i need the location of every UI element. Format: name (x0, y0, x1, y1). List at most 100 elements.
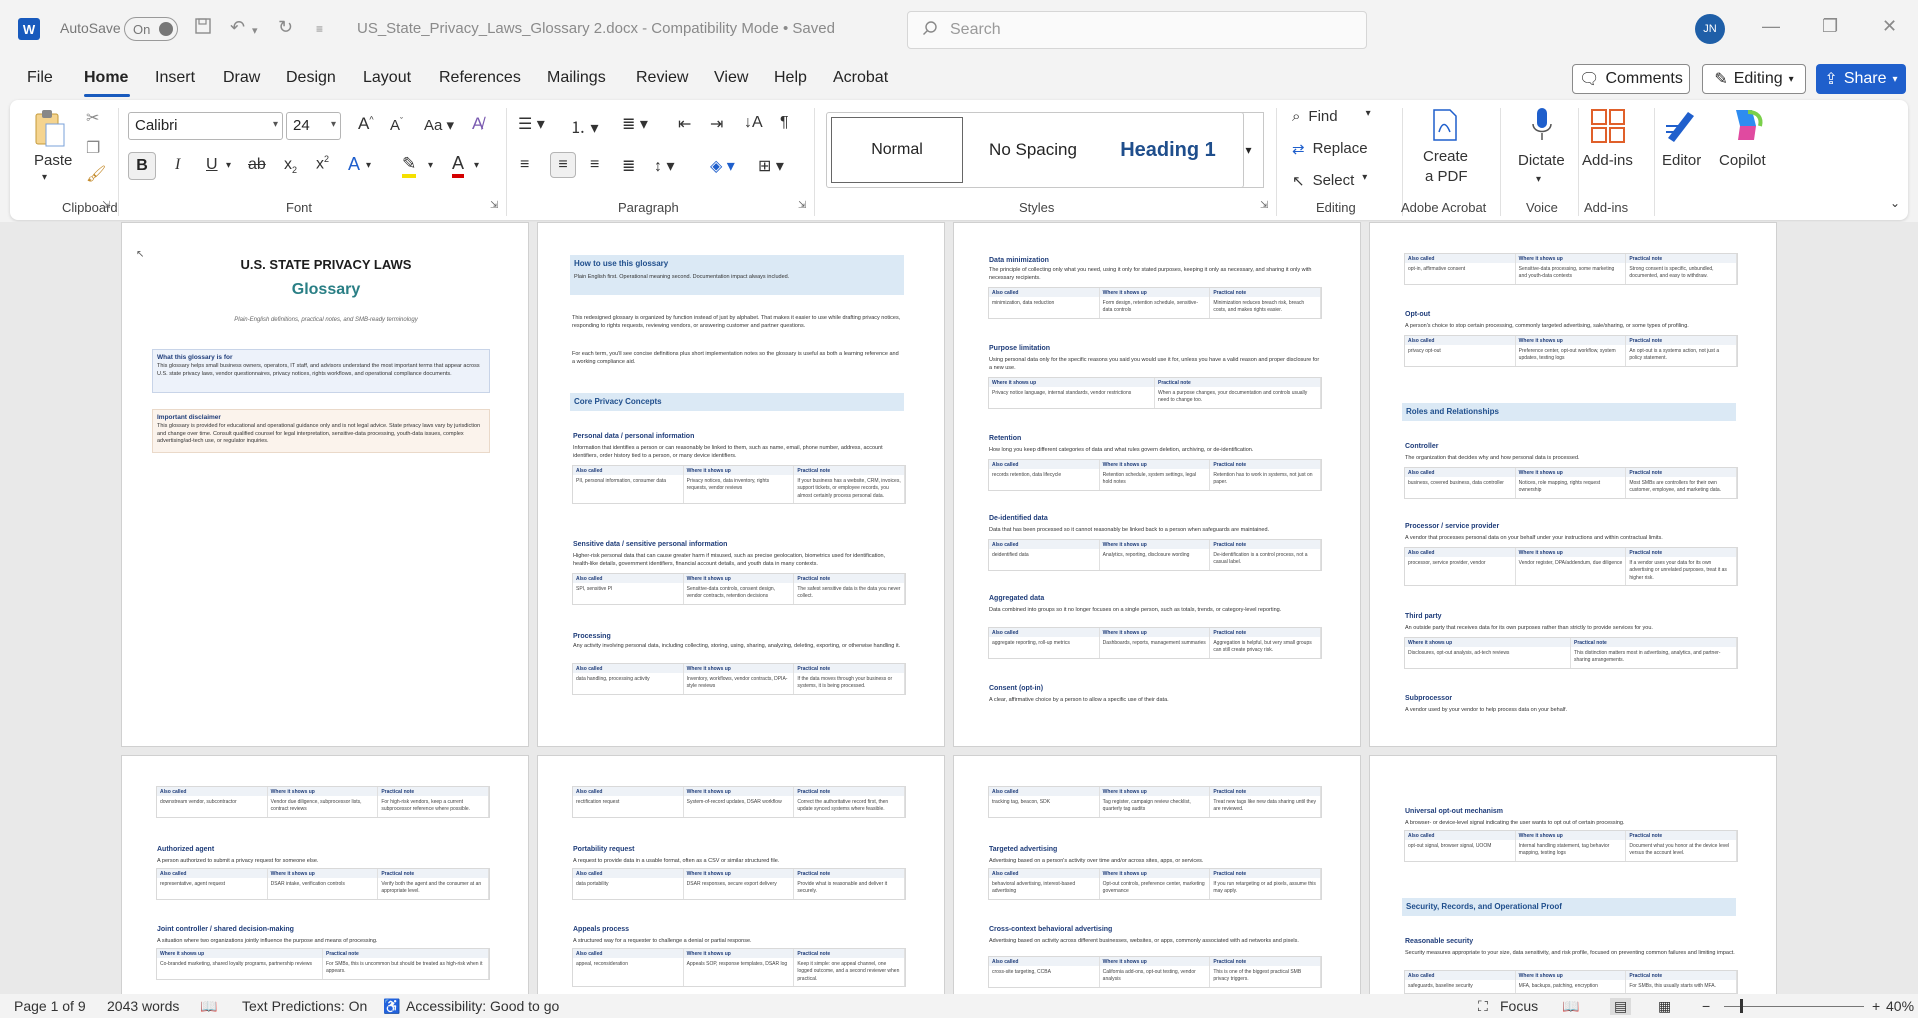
select-button[interactable]: ↖ Select ▾ (1292, 172, 1367, 190)
sort-icon[interactable]: ↓A (744, 114, 763, 132)
increase-indent-icon[interactable]: ⇥ (710, 114, 723, 134)
text-effects-dropdown-icon[interactable]: ▾ (366, 160, 371, 171)
change-case-icon[interactable]: Aa ▾ (424, 116, 454, 134)
tab-insert[interactable]: Insert (155, 69, 195, 87)
create-pdf-label-1[interactable]: Create (1423, 148, 1468, 165)
search-box[interactable]: Search (907, 11, 1367, 49)
copy-icon[interactable]: ❐ (86, 138, 100, 158)
paste-button[interactable] (32, 108, 66, 153)
paste-dropdown-icon[interactable]: ▾ (42, 172, 47, 183)
zoom-slider-thumb[interactable] (1740, 999, 1743, 1013)
justify-icon[interactable]: ≣ (622, 156, 635, 176)
tab-design[interactable]: Design (286, 69, 336, 87)
redo-icon[interactable]: ↻ (278, 17, 293, 38)
print-layout-icon[interactable]: ▤ (1610, 998, 1632, 1015)
format-painter-icon[interactable]: 🖌 (86, 164, 106, 184)
editing-mode-button[interactable]: ✎ Editing ▾ (1702, 64, 1806, 94)
tab-file[interactable]: File (27, 69, 53, 87)
numbering-icon[interactable]: ⒈ ▾ (570, 114, 598, 138)
underline-button[interactable]: U (206, 156, 218, 174)
highlight-icon[interactable]: ✎ (402, 154, 417, 178)
page-7[interactable]: Also called Where it shows up Practical no… (953, 755, 1361, 994)
tab-acrobat[interactable]: Acrobat (833, 69, 888, 87)
zoom-out-icon[interactable]: − (1702, 998, 1710, 1014)
text-effects-icon[interactable]: A (348, 154, 360, 175)
copilot-label[interactable]: Copilot (1719, 152, 1766, 169)
styles-launcher-icon[interactable]: ⇲ (1260, 200, 1268, 211)
zoom-slider[interactable] (1724, 1006, 1864, 1007)
save-icon[interactable] (194, 17, 212, 40)
style-normal[interactable]: Normal (831, 117, 963, 183)
web-layout-icon[interactable]: ▦ (1658, 998, 1671, 1015)
tab-home[interactable]: Home (84, 69, 128, 87)
cut-icon[interactable]: ✂ (86, 108, 99, 128)
minimize-icon[interactable]: — (1762, 16, 1780, 37)
microphone-icon[interactable] (1530, 106, 1554, 149)
page-6[interactable]: Also called Where it shows up Practical no… (537, 755, 945, 994)
paste-label[interactable]: Paste (34, 152, 72, 169)
tab-references[interactable]: References (439, 69, 521, 87)
align-center-icon[interactable]: ≡ (550, 152, 576, 178)
page-3[interactable]: Data minimization The principle of colle… (953, 222, 1361, 747)
strikethrough-button[interactable]: ab (248, 156, 266, 174)
collapse-ribbon-icon[interactable]: ⌄ (1890, 196, 1900, 210)
grow-font-icon[interactable]: A^ (358, 114, 374, 134)
paragraph-launcher-icon[interactable]: ⇲ (798, 200, 806, 211)
align-right-icon[interactable]: ≡ (590, 156, 599, 174)
bullets-icon[interactable]: ☰ ▾ (518, 114, 545, 134)
page-2[interactable]: How to use this glossary Plain English f… (537, 222, 945, 747)
focus-mode-button[interactable]: Focus (1500, 998, 1538, 1014)
font-size-select[interactable]: 24 ▾ (286, 112, 341, 140)
tab-mailings[interactable]: Mailings (547, 69, 606, 87)
page-8[interactable]: Universal opt-out mechanism A browser- o… (1369, 755, 1777, 994)
show-formatting-icon[interactable]: ¶ (780, 114, 789, 132)
maximize-icon[interactable]: ❐ (1822, 16, 1838, 37)
comments-button[interactable]: 🗨 Comments (1572, 64, 1690, 94)
customize-qat-icon[interactable]: ≡ (316, 22, 323, 36)
shrink-font-icon[interactable]: Aˇ (390, 116, 403, 134)
tab-help[interactable]: Help (774, 69, 807, 87)
page-count[interactable]: Page 1 of 9 (14, 998, 86, 1014)
clear-formatting-icon[interactable]: A̸ (472, 114, 483, 134)
user-avatar[interactable]: JN (1695, 14, 1725, 44)
styles-more-icon[interactable]: ▾ (1234, 112, 1264, 188)
copilot-icon[interactable] (1726, 106, 1766, 149)
tab-layout[interactable]: Layout (363, 69, 411, 87)
share-button[interactable]: ⇪ Share ▾ (1816, 64, 1906, 94)
dictate-label[interactable]: Dictate (1518, 152, 1565, 169)
zoom-level[interactable]: 40% (1886, 998, 1914, 1014)
replace-button[interactable]: ⇄ Replace (1292, 140, 1368, 158)
create-pdf-icon[interactable] (1430, 108, 1460, 147)
text-predictions-status[interactable]: Text Predictions: On (242, 998, 367, 1014)
line-spacing-icon[interactable]: ↕ ▾ (654, 156, 674, 176)
decrease-indent-icon[interactable]: ⇤ (678, 114, 691, 134)
bold-button[interactable]: B (128, 152, 156, 180)
align-left-icon[interactable]: ≡ (520, 156, 529, 174)
document-canvas[interactable]: ↖ U.S. STATE PRIVACY LAWS Glossary Plain… (0, 222, 1918, 994)
page-5[interactable]: Also called Where it shows up Practical no… (121, 755, 529, 994)
style-no-spacing[interactable]: No Spacing (967, 117, 1099, 183)
document-title[interactable]: US_State_Privacy_Laws_Glossary 2.docx - … (357, 20, 835, 37)
multilevel-list-icon[interactable]: ≣ ▾ (622, 114, 648, 134)
autosave-toggle[interactable]: On (124, 17, 178, 41)
read-mode-icon[interactable]: 📖 (1562, 998, 1579, 1015)
proofing-icon[interactable]: 📖 (200, 998, 217, 1015)
italic-button[interactable]: I (175, 156, 180, 174)
zoom-in-icon[interactable]: + (1872, 998, 1880, 1014)
clipboard-launcher-icon[interactable]: ⇲ (102, 200, 110, 211)
superscript-button[interactable]: x2 (316, 154, 329, 173)
undo-icon[interactable]: ↶ (230, 17, 245, 38)
underline-dropdown-icon[interactable]: ▾ (226, 160, 231, 171)
page-1[interactable]: ↖ U.S. STATE PRIVACY LAWS Glossary Plain… (121, 222, 529, 747)
borders-icon[interactable]: ⊞ ▾ (758, 156, 784, 176)
subscript-button[interactable]: x2 (284, 156, 297, 175)
editor-label[interactable]: Editor (1662, 152, 1701, 169)
tab-view[interactable]: View (714, 69, 748, 87)
font-launcher-icon[interactable]: ⇲ (490, 200, 498, 211)
font-color-dropdown-icon[interactable]: ▾ (474, 160, 479, 171)
add-ins-label[interactable]: Add-ins (1582, 152, 1633, 169)
word-count[interactable]: 2043 words (107, 998, 179, 1014)
undo-dropdown-icon[interactable]: ▾ (252, 24, 258, 37)
editor-icon[interactable] (1662, 106, 1700, 149)
font-name-select[interactable]: Calibri ▾ (128, 112, 283, 140)
